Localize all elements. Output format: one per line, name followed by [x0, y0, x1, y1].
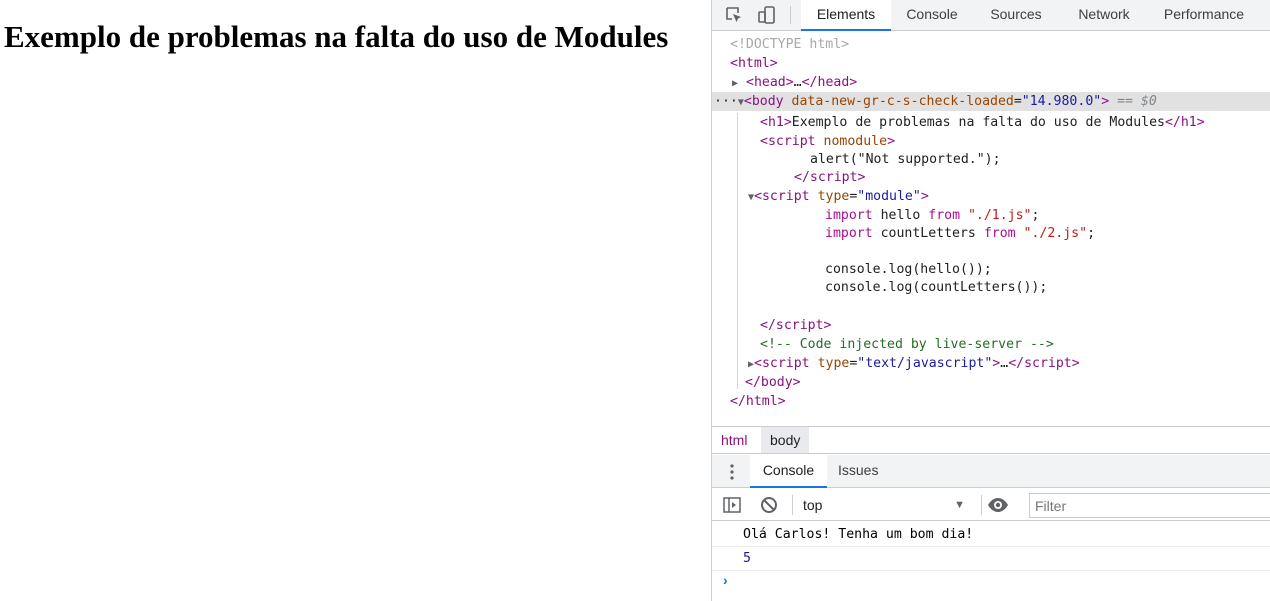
- console-prompt-icon[interactable]: ›: [723, 572, 728, 588]
- tree-doctype[interactable]: <!DOCTYPE html>: [712, 35, 1270, 54]
- expand-triangle-icon[interactable]: ▶: [732, 78, 738, 89]
- toolbar-separator: [792, 495, 793, 515]
- tree-log-1[interactable]: console.log(hello());: [712, 260, 1270, 279]
- tab-console[interactable]: Console: [896, 0, 968, 31]
- script-close-tag: script: [809, 170, 858, 185]
- nomodule-attr: nomodule: [823, 134, 888, 149]
- devtools-toolbar: Elements Console Sources Network Perform…: [712, 0, 1270, 31]
- dropdown-caret-icon: ▼: [954, 499, 965, 511]
- toolbar-separator: [981, 495, 982, 515]
- breadcrumb-body[interactable]: body: [761, 427, 810, 453]
- drawer-tab-issues[interactable]: Issues: [838, 455, 878, 488]
- import-name: countLetters: [880, 226, 976, 241]
- tree-script-nomodule-body[interactable]: alert("Not supported.");: [712, 150, 1270, 169]
- tree-body-selected[interactable]: ···▼<body data-new-gr-c-s-check-loaded="…: [712, 92, 1270, 111]
- import-path: "./1.js": [967, 208, 1032, 223]
- tree-script-nomodule[interactable]: <script nomodule>: [712, 132, 1270, 151]
- h1-close-tag: h1: [1180, 115, 1197, 130]
- type-attr-value: "module": [857, 189, 921, 204]
- script-close-tag: script: [775, 318, 824, 333]
- device-toggle-icon[interactable]: [757, 5, 777, 25]
- toolbar-separator: [790, 6, 791, 24]
- import-keyword: import: [825, 208, 873, 223]
- console-log-hello: console.log(hello());: [825, 262, 992, 277]
- tree-html-open[interactable]: <html>: [712, 54, 1270, 73]
- tab-sources[interactable]: Sources: [980, 0, 1052, 31]
- import-keyword: import: [825, 226, 873, 241]
- h1-tag: h1: [767, 115, 784, 130]
- type-attr-name: type: [817, 356, 850, 371]
- tree-log-2[interactable]: console.log(countLetters());: [712, 278, 1270, 297]
- script-close-tag: script: [1024, 356, 1072, 371]
- inspect-element-icon[interactable]: [724, 5, 744, 25]
- elements-tree: <!DOCTYPE html> <html> ▶ <head>…</head> …: [712, 34, 1270, 424]
- drawer-menu-icon[interactable]: [730, 463, 734, 481]
- tree-body-close[interactable]: </body>: [712, 373, 1270, 392]
- live-server-comment: <!-- Code injected by live-server -->: [760, 337, 1054, 352]
- console-log-count: console.log(countLetters());: [825, 280, 1048, 295]
- body-tag: body: [751, 94, 784, 109]
- clear-console-icon[interactable]: [760, 496, 778, 519]
- tree-html-close[interactable]: </html>: [712, 392, 1270, 411]
- context-selector[interactable]: top ▼: [803, 495, 971, 515]
- selected-node-marker: == $0: [1109, 94, 1157, 109]
- tree-h1[interactable]: <h1>Exemplo de problemas na falta do uso…: [712, 113, 1270, 132]
- live-expression-eye-icon[interactable]: [987, 496, 1009, 519]
- tree-script-module-close[interactable]: </script>: [712, 316, 1270, 335]
- head-tag: head: [753, 75, 786, 90]
- html-close-tag: html: [745, 394, 778, 409]
- body-indent-guide: [737, 113, 738, 389]
- body-attr-value: "14.980.0": [1021, 94, 1102, 109]
- script-tag: script: [767, 134, 816, 149]
- head-ellipsis[interactable]: …: [794, 75, 802, 90]
- devtools-panel: Elements Console Sources Network Perform…: [711, 0, 1270, 601]
- filter-input[interactable]: [1029, 493, 1270, 518]
- tree-head[interactable]: ▶ <head>…</head>: [712, 73, 1270, 92]
- semicolon: ;: [1031, 208, 1040, 223]
- drawer-tabbar: Console Issues: [712, 455, 1270, 488]
- tree-import-1[interactable]: import hello from "./1.js";: [712, 206, 1270, 225]
- tab-elements[interactable]: Elements: [801, 0, 891, 31]
- tab-performance[interactable]: Performance: [1154, 0, 1254, 31]
- console-message-number: 5: [712, 547, 1270, 571]
- import-name: hello: [880, 208, 921, 223]
- console-message: Olá Carlos! Tenha um bom dia!: [712, 523, 1270, 547]
- console-toolbar: top ▼: [712, 489, 1270, 521]
- tree-comment[interactable]: <!-- Code injected by live-server -->: [712, 335, 1270, 354]
- alert-code: alert("Not supported.");: [810, 152, 1001, 167]
- type-attr-name: type: [817, 189, 850, 204]
- tab-network[interactable]: Network: [1064, 0, 1144, 31]
- script-ellipsis[interactable]: …: [1000, 356, 1008, 371]
- from-keyword: from: [928, 208, 961, 223]
- html-tag: html: [737, 56, 770, 71]
- more-options-icon[interactable]: ···: [714, 94, 738, 109]
- body-attr-name: data-new-gr-c-s-check-loaded: [791, 94, 1014, 109]
- page-heading: Exemplo de problemas na falta do uso de …: [4, 19, 669, 54]
- body-close-tag: body: [760, 375, 793, 390]
- from-keyword: from: [983, 226, 1016, 241]
- tree-script-js[interactable]: ▶<script type="text/javascript">…</scrip…: [712, 354, 1270, 373]
- head-close-tag: head: [817, 75, 850, 90]
- drawer-tab-console[interactable]: Console: [750, 455, 827, 488]
- import-path: "./2.js": [1023, 226, 1088, 241]
- doctype-text: <!DOCTYPE html>: [730, 37, 850, 52]
- breadcrumb-html[interactable]: html: [712, 427, 756, 453]
- h1-text: Exemplo de problemas na falta do uso de …: [791, 115, 1165, 130]
- context-value: top: [803, 497, 823, 513]
- script-tag: script: [761, 189, 810, 204]
- tree-script-module[interactable]: ▼<script type="module">: [712, 187, 1270, 206]
- script-tag: script: [761, 356, 810, 371]
- semicolon: ;: [1087, 226, 1096, 241]
- tree-script-nomodule-close[interactable]: </script>: [712, 168, 1270, 187]
- type-attr-value: "text/javascript": [857, 356, 993, 371]
- tree-import-2[interactable]: import countLetters from "./2.js";: [712, 224, 1270, 243]
- breadcrumb: html body: [712, 426, 1270, 454]
- sidebar-toggle-icon[interactable]: [723, 496, 741, 519]
